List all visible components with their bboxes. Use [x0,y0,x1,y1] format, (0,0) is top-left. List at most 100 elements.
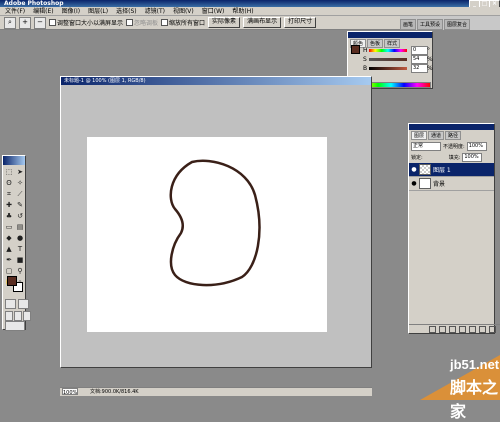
zoom-out-icon[interactable]: − [34,16,46,29]
shape-tool-icon[interactable]: ■ [15,255,25,265]
layers-footer [409,324,500,333]
layer-thumbnail [419,178,431,189]
document-canvas[interactable] [87,137,327,332]
eyedropper-icon[interactable]: ⚲ [15,266,25,276]
opacity-label: 不透明度: [443,144,465,150]
layer-row-layer1[interactable]: ● 图层 1 [409,163,494,177]
screen-mode-full-icon[interactable] [23,311,31,321]
notes-tool-icon[interactable]: ▢ [4,266,14,276]
screen-mode-standard-icon[interactable] [5,311,13,321]
status-bar: 100% 文档:900.0K/816.4K [60,387,372,396]
ignore-palettes-checkbox[interactable]: 忽略调板 [126,18,158,27]
menu-bar: 文件(F) 编辑(E) 图像(I) 图层(L) 选择(S) 滤镜(T) 视图(V… [0,7,500,16]
imageready-button[interactable] [5,321,25,331]
menu-view[interactable]: 视图(V) [170,7,197,16]
mask-mode-group [5,299,29,309]
tab-layers[interactable]: 图层 [411,131,428,140]
hue-slider[interactable] [369,49,407,52]
menu-file[interactable]: 文件(F) [2,7,28,16]
quick-mask-icon[interactable] [18,299,29,309]
foreground-color-swatch[interactable] [7,276,17,286]
tab-paths[interactable]: 路径 [445,131,462,140]
menu-select[interactable]: 选择(S) [113,7,140,16]
dodge-tool-icon[interactable]: ● [15,233,25,243]
new-layer-icon[interactable] [479,325,486,333]
print-size-button[interactable]: 打印尺寸 [284,17,317,28]
menu-filter[interactable]: 滤镜(T) [142,7,168,16]
gradient-tool-icon[interactable]: ▤ [15,222,25,232]
resize-window-label: 调整窗口大小以满屏显示 [57,20,124,27]
brightness-value-field[interactable]: 32 [411,64,428,73]
jump-to-imageready-icon[interactable] [5,321,25,331]
screen-mode-menu-icon[interactable] [14,311,22,321]
watermark-name-text: 脚本之家 [450,378,499,421]
fill-label: 填充: [448,155,461,161]
magic-wand-icon[interactable]: ✧ [15,178,25,188]
saturation-value-field[interactable]: 54 [411,55,428,64]
ignore-palettes-label: 忽略调板 [134,20,159,27]
layer-row-background[interactable]: ● 背景 [409,177,494,191]
healing-brush-icon[interactable]: ✚ [4,200,14,210]
crop-tool-icon[interactable]: ⌗ [4,189,14,199]
actual-pixels-button[interactable]: 实际像素 [208,17,241,28]
pen-tool-icon[interactable]: ✒ [4,255,14,265]
menu-image[interactable]: 图像(I) [59,7,83,16]
path-select-icon[interactable]: ▲ [4,244,14,254]
new-group-icon[interactable] [469,325,476,333]
blur-tool-icon[interactable]: ◆ [4,233,14,243]
menu-help[interactable]: 帮助(H) [229,7,256,16]
tab-channels[interactable]: 通道 [428,131,445,140]
zoom-all-checkbox[interactable]: 缩放所有窗口 [161,18,205,27]
eraser-tool-icon[interactable]: ▭ [4,222,14,232]
screen-mode-group [5,311,31,321]
type-tool-icon[interactable]: T [15,244,25,254]
history-brush-icon[interactable]: ↺ [15,211,25,221]
adjustment-icon[interactable] [459,325,466,333]
canvas-drawing [169,159,261,287]
brightness-slider[interactable] [369,67,407,70]
menu-window[interactable]: 窗口(W) [199,7,228,16]
blend-mode-select[interactable]: 正常 [411,142,441,151]
dock-tab-layer-comps[interactable]: 图层复合 [444,19,471,30]
stamp-tool-icon[interactable]: ♣ [4,211,14,221]
move-tool-icon[interactable]: ➤ [15,167,25,177]
menu-layer[interactable]: 图层(L) [85,7,111,16]
hue-slider-row: H 0 ° [363,46,431,55]
standard-mode-icon[interactable] [5,299,16,309]
link-icon[interactable] [429,325,436,333]
eye-icon[interactable]: ● [411,180,417,187]
toolbox: ⬚ ➤ ʘ ✧ ⌗ ⟋ ✚ ✎ ♣ ↺ ▭ ▤ ◆ ● ▲ T ✒ ■ ▢ ⚲ … [2,155,31,331]
toolbox-header[interactable] [3,156,25,165]
brush-tool-icon[interactable]: ✎ [15,200,25,210]
trash-icon[interactable] [489,325,496,333]
mask-icon[interactable] [449,325,456,333]
saturation-slider[interactable] [369,58,407,61]
dock-tab-brushes[interactable]: 画笔 [400,19,417,30]
slice-tool-icon[interactable]: ⟋ [15,189,25,199]
color-foreground-swatch[interactable] [351,45,360,54]
document-window: 未标题-1 @ 100% (图层 1, RGB/8) [60,76,372,368]
menu-edit[interactable]: 编辑(E) [30,7,56,16]
fit-screen-button[interactable]: 满画布显示 [243,17,282,28]
checkbox-icon [49,19,56,26]
doc-size-info[interactable]: 文档:900.0K/816.4K [90,388,139,396]
document-title-bar[interactable]: 未标题-1 @ 100% (图层 1, RGB/8) [61,77,371,85]
lock-label: 锁定: [411,155,423,161]
eye-icon[interactable]: ● [411,166,417,173]
checkbox-icon [161,19,169,26]
marquee-tool-icon[interactable]: ⬚ [4,167,14,177]
hue-value-field[interactable]: 0 [411,46,428,55]
fill-field[interactable]: 100% [462,153,483,162]
resize-window-checkbox[interactable]: 调整窗口大小以满屏显示 [49,18,123,27]
brightness-unit: % [427,65,433,72]
opacity-field[interactable]: 100% [466,142,487,151]
layer-style-icon[interactable] [439,325,446,333]
dock-tab-tool-presets[interactable]: 工具预设 [417,19,444,30]
saturation-unit: % [427,56,433,63]
saturation-slider-row: S 54 % [363,55,433,64]
zoom-tool-icon[interactable]: ⌕ [4,16,16,29]
lasso-tool-icon[interactable]: ʘ [4,178,14,188]
checkbox-icon [126,19,134,26]
zoom-level-field[interactable]: 100% [62,388,78,396]
zoom-in-icon[interactable]: + [19,16,31,29]
